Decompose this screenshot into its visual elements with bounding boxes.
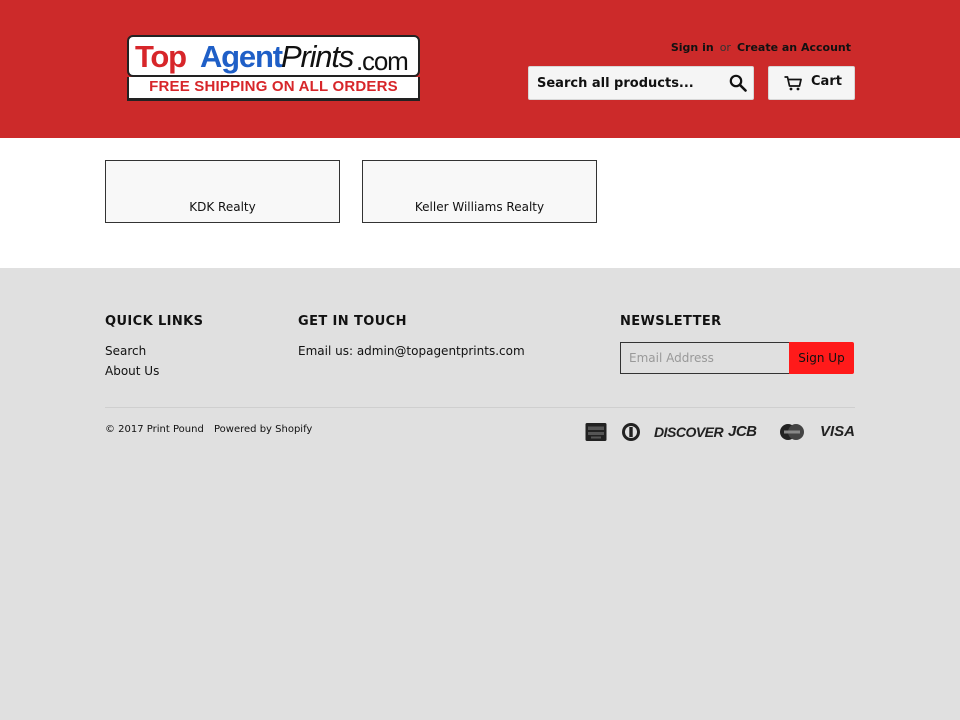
logo-text-domain: .com: [356, 46, 409, 76]
collection-title: Keller Williams Realty: [414, 200, 545, 214]
search-bar: [528, 66, 754, 100]
logo-tagline: FREE SHIPPING ON ALL ORDERS: [149, 78, 398, 95]
account-separator: or: [719, 41, 731, 54]
jcb-icon: JCB: [728, 423, 757, 440]
create-account-link[interactable]: Create an Account: [737, 41, 851, 54]
footer-link-about-us[interactable]: About Us: [105, 364, 159, 378]
newsletter-heading: NEWSLETTER: [620, 314, 722, 329]
contact-email-text: Email us: admin@topagentprints.com: [298, 344, 525, 358]
logo-text-prints: Prints: [281, 39, 354, 74]
cart-label: Cart: [811, 74, 842, 89]
collection-title: KDK Realty: [189, 200, 256, 214]
account-links: Sign in or Create an Account: [671, 41, 851, 54]
cart-icon: [784, 76, 802, 91]
visa-icon: VISA: [820, 423, 856, 440]
mastercard-icon: [780, 424, 804, 440]
diners-club-icon: [622, 423, 640, 441]
collection-grid: KDK Realty Keller Williams Realty: [0, 138, 960, 268]
powered-by-shopify-link[interactable]: Powered by Shopify: [214, 424, 312, 435]
newsletter-signup-button[interactable]: Sign Up: [789, 342, 854, 374]
footer-divider: [105, 407, 855, 408]
logo-text-top: Top: [135, 39, 187, 74]
sign-in-link[interactable]: Sign in: [671, 41, 714, 54]
discover-icon: DISCOVER: [654, 424, 724, 440]
footer-link-search[interactable]: Search: [105, 344, 146, 358]
logo-wordmark: Top Agent Prints .com: [127, 35, 420, 77]
get-in-touch-heading: GET IN TOUCH: [298, 314, 407, 329]
search-input[interactable]: [529, 67, 719, 99]
logo-tagline-banner: FREE SHIPPING ON ALL ORDERS: [127, 77, 420, 101]
logo-text-agent: Agent: [200, 39, 283, 74]
site-header: Top Agent Prints .com FREE SHIPPING ON A…: [0, 0, 960, 138]
site-logo[interactable]: Top Agent Prints .com FREE SHIPPING ON A…: [127, 35, 420, 101]
newsletter-email-input[interactable]: [620, 342, 790, 374]
collection-card-keller-williams-realty[interactable]: Keller Williams Realty: [362, 160, 597, 223]
search-icon[interactable]: [729, 74, 747, 92]
quick-links-heading: QUICK LINKS: [105, 314, 204, 329]
copyright-text: © 2017 Print Pound: [105, 424, 204, 435]
american-express-icon: [585, 423, 607, 441]
cart-button[interactable]: Cart: [768, 66, 855, 100]
collection-card-kdk-realty[interactable]: KDK Realty: [105, 160, 340, 223]
